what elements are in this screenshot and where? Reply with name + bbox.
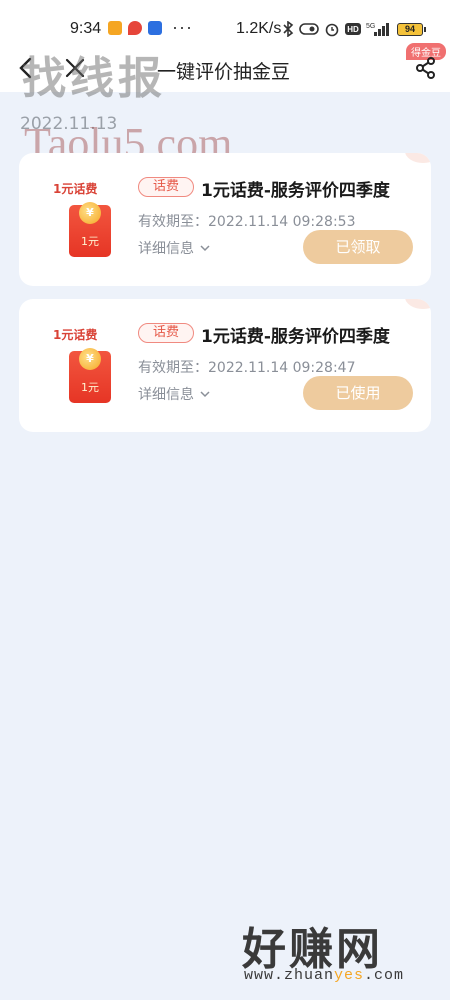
svg-text:HD: HD (347, 25, 359, 34)
status-time: 9:34 (70, 20, 102, 37)
chevron-down-icon (200, 245, 210, 252)
red-envelope-icon: ¥ 1元 (69, 348, 111, 403)
prize-thumbnail: 1元话费 ¥ 1元 (33, 173, 123, 273)
used-button[interactable]: 已使用 (303, 376, 413, 410)
status-system-icons: HD 5G (282, 21, 392, 37)
thumbnail-title: 1元话费 (53, 328, 98, 342)
svg-text:5G: 5G (366, 23, 375, 30)
watermark-url-prefix: www.zhuan (244, 967, 335, 984)
hd-icon: HD (345, 23, 361, 35)
details-toggle[interactable]: 详细信息 (138, 238, 210, 258)
thumbnail-title: 1元话费 (53, 182, 98, 196)
prize-card: 1元话费 ¥ 1元 话费 1元话费-服务评价四季度 有效期至：2022.11.1… (19, 299, 431, 432)
app-bot-icon (148, 21, 162, 35)
chevron-down-icon (200, 391, 210, 398)
claimed-button[interactable]: 已领取 (303, 230, 413, 264)
page-title: 一键评价抽金豆 (157, 61, 291, 83)
more-notifications-icon: ··· (172, 17, 193, 37)
prize-thumbnail: 1元话费 ¥ 1元 (33, 319, 123, 419)
coin-icon: ¥ (79, 348, 101, 370)
expiry-date: 有效期至：2022.11.14 09:28:47 (138, 360, 356, 376)
prize-title: 1元话费-服务评价四季度 (201, 181, 390, 201)
watermark-logo-url: www.zhuanyes.com (244, 967, 404, 984)
category-tag: 话费 (138, 177, 194, 197)
bluetooth-icon (283, 21, 294, 37)
prize-title: 1元话费-服务评价四季度 (201, 327, 390, 347)
share-icon[interactable] (412, 54, 440, 82)
watermark-url-suffix: .com (364, 967, 405, 984)
card-decoration (405, 299, 431, 309)
status-app-icons (108, 21, 162, 35)
envelope-amount: 1元 (81, 235, 99, 248)
watermark-url-highlight: yes (334, 967, 365, 984)
expiry-date: 有效期至：2022.11.14 09:28:53 (138, 214, 356, 230)
vpn-icon (299, 23, 319, 35)
details-toggle[interactable]: 详细信息 (138, 384, 210, 404)
location-pin-icon (128, 21, 142, 35)
category-tag: 话费 (138, 323, 194, 343)
watermark-text: 找线报 (22, 53, 166, 104)
details-label: 详细信息 (138, 387, 194, 403)
card-decoration (405, 153, 431, 163)
app-notification-icon (108, 21, 122, 35)
network-speed: 1.2K/s (236, 20, 282, 37)
signal-5g-icon: 5G (366, 23, 389, 36)
coin-icon: ¥ (79, 202, 101, 224)
battery-icon: 94 (397, 23, 426, 36)
alarm-icon (325, 23, 339, 37)
red-envelope-icon: ¥ 1元 (69, 202, 111, 257)
envelope-amount: 1元 (81, 381, 99, 394)
prize-card: 1元话费 ¥ 1元 话费 1元话费-服务评价四季度 有效期至：2022.11.1… (19, 153, 431, 286)
details-label: 详细信息 (138, 241, 194, 257)
